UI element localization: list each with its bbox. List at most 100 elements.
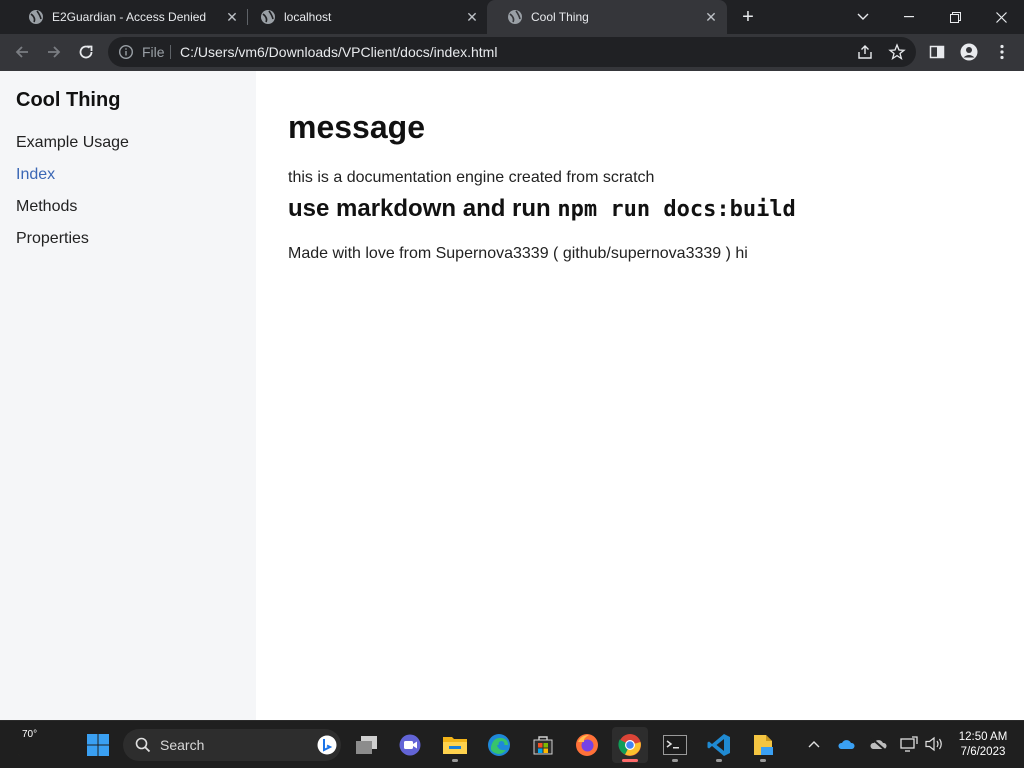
windows-logo-icon bbox=[87, 734, 109, 756]
close-icon bbox=[995, 11, 1007, 23]
sidebar-item-properties[interactable]: Properties bbox=[16, 230, 89, 248]
tab-title: Cool Thing bbox=[531, 10, 589, 24]
weather-temp: 70° bbox=[22, 729, 38, 740]
sidebar-item-index[interactable]: Index bbox=[16, 166, 55, 184]
back-button[interactable] bbox=[8, 38, 36, 66]
credit-text: Made with love from Supernova3339 ( gith… bbox=[288, 245, 748, 262]
globe-icon bbox=[29, 10, 43, 24]
tab-localhost[interactable]: localhost ✕ bbox=[240, 0, 488, 34]
reload-icon bbox=[79, 45, 93, 59]
profile-button[interactable] bbox=[959, 42, 979, 62]
star-icon[interactable] bbox=[888, 43, 906, 61]
intro-text: this is a documentation engine created f… bbox=[288, 169, 655, 186]
clock-time: 12:50 AM bbox=[958, 731, 1008, 743]
file-explorer-button[interactable] bbox=[437, 727, 473, 763]
active-indicator bbox=[622, 759, 638, 762]
omnibox-divider bbox=[170, 45, 171, 59]
subheading: use markdown and run npm run docs:build bbox=[288, 195, 796, 223]
edge-icon bbox=[488, 734, 510, 756]
tab-search-button[interactable] bbox=[840, 0, 886, 34]
chevron-up-icon bbox=[808, 741, 820, 748]
close-window-button[interactable] bbox=[978, 0, 1024, 34]
arrow-right-icon bbox=[48, 46, 61, 58]
docs-sidebar: Cool Thing Example Usage Index Methods P… bbox=[0, 71, 256, 720]
command-code: npm run docs:build bbox=[557, 197, 796, 222]
onedrive-offline-button[interactable] bbox=[867, 733, 889, 755]
running-indicator bbox=[452, 759, 458, 762]
firefox-button[interactable] bbox=[569, 727, 605, 763]
tab-cool-thing[interactable]: Cool Thing ✕ bbox=[487, 0, 727, 34]
chrome-icon bbox=[618, 734, 641, 756]
notepad-button[interactable] bbox=[745, 727, 781, 763]
volume-button[interactable] bbox=[923, 733, 945, 755]
subheading-text: use markdown and run bbox=[288, 195, 558, 222]
clock-date: 7/6/2023 bbox=[960, 746, 1006, 758]
close-tab-icon[interactable]: ✕ bbox=[464, 9, 480, 25]
store-icon bbox=[533, 736, 553, 755]
web-page: Cool Thing Example Usage Index Methods P… bbox=[0, 71, 1024, 720]
meet-button[interactable] bbox=[392, 727, 428, 763]
tab-e2guardian[interactable]: E2Guardian - Access Denied ✕ bbox=[8, 0, 248, 34]
scheme-label: File bbox=[142, 44, 165, 60]
sidebar-item-methods[interactable]: Methods bbox=[16, 198, 77, 216]
volume-icon bbox=[925, 736, 942, 752]
terminal-button[interactable] bbox=[657, 727, 693, 763]
tab-strip: E2Guardian - Access Denied ✕ localhost ✕… bbox=[0, 0, 1024, 34]
firefox-icon bbox=[576, 734, 598, 756]
video-call-icon bbox=[399, 734, 421, 756]
sidebar-item-example-usage[interactable]: Example Usage bbox=[16, 134, 129, 152]
page-heading: message bbox=[288, 109, 425, 145]
forward-button[interactable] bbox=[40, 38, 68, 66]
running-indicator bbox=[760, 759, 766, 762]
network-icon bbox=[900, 736, 918, 752]
bing-icon[interactable] bbox=[317, 735, 337, 755]
folder-icon bbox=[443, 737, 467, 754]
browser-toolbar: File C:/Users/vm6/Downloads/VPClient/doc… bbox=[0, 34, 1024, 71]
url-text[interactable]: C:/Users/vm6/Downloads/VPClient/docs/ind… bbox=[180, 44, 497, 60]
info-icon[interactable] bbox=[118, 44, 134, 60]
cloud-off-icon bbox=[870, 737, 887, 751]
restore-icon bbox=[949, 11, 961, 23]
vscode-button[interactable] bbox=[701, 727, 737, 763]
more-vertical-icon bbox=[1000, 44, 1004, 60]
side-panel-button[interactable] bbox=[927, 42, 947, 62]
side-panel-icon bbox=[929, 45, 945, 59]
share-icon[interactable] bbox=[856, 43, 874, 61]
taskbar: 70° Search 12:50 AM 7/6/2023 bbox=[0, 720, 1024, 768]
reload-button[interactable] bbox=[72, 38, 100, 66]
address-bar[interactable]: File C:/Users/vm6/Downloads/VPClient/doc… bbox=[108, 37, 916, 67]
profile-icon bbox=[960, 43, 978, 61]
menu-button[interactable] bbox=[992, 42, 1012, 62]
task-view-icon bbox=[356, 736, 377, 754]
minimize-button[interactable] bbox=[886, 0, 932, 34]
vscode-icon bbox=[707, 734, 730, 756]
globe-icon bbox=[261, 10, 275, 24]
taskbar-clock[interactable]: 12:50 AM 7/6/2023 bbox=[950, 730, 1016, 760]
tab-title: localhost bbox=[284, 10, 332, 24]
store-button[interactable] bbox=[525, 727, 561, 763]
sidebar-title: Cool Thing bbox=[16, 89, 121, 111]
show-hidden-icons-button[interactable] bbox=[803, 733, 825, 755]
search-icon bbox=[135, 737, 151, 753]
chrome-button[interactable] bbox=[612, 727, 648, 763]
minimize-icon bbox=[904, 16, 914, 18]
start-button[interactable] bbox=[80, 727, 116, 763]
close-tab-icon[interactable]: ✕ bbox=[703, 9, 719, 25]
notepad-icon bbox=[754, 735, 773, 755]
restore-button[interactable] bbox=[932, 0, 978, 34]
running-indicator bbox=[716, 759, 722, 762]
new-tab-button[interactable]: + bbox=[736, 5, 760, 29]
taskbar-search[interactable]: Search bbox=[123, 729, 341, 761]
onedrive-button[interactable] bbox=[835, 733, 857, 755]
tab-title: E2Guardian - Access Denied bbox=[52, 10, 207, 24]
close-tab-icon[interactable]: ✕ bbox=[224, 9, 240, 25]
terminal-icon bbox=[663, 735, 687, 755]
running-indicator bbox=[672, 759, 678, 762]
chevron-down-icon bbox=[857, 13, 869, 20]
edge-button[interactable] bbox=[481, 727, 517, 763]
search-placeholder: Search bbox=[160, 737, 205, 753]
cloud-icon bbox=[838, 740, 855, 749]
globe-icon bbox=[508, 10, 522, 24]
network-button[interactable] bbox=[898, 733, 920, 755]
task-view-button[interactable] bbox=[349, 727, 385, 763]
